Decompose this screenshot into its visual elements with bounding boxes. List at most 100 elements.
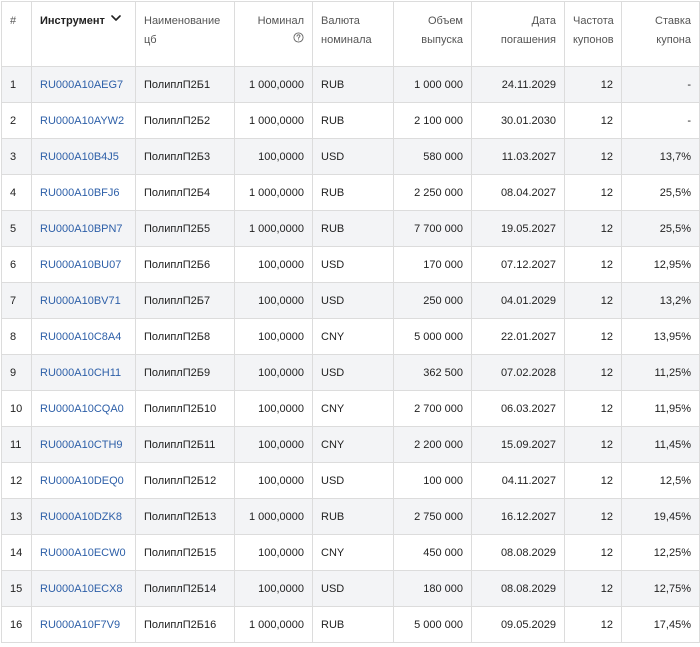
instrument-link[interactable]: RU000A10ECX8 <box>40 583 123 595</box>
cell-currency: USD <box>312 462 394 499</box>
table-row[interactable]: 1 RU000A10AEG7 ПолиплП2Б1 1 000,0000 RUB 1 00… <box>1 66 700 103</box>
cell-instrument[interactable]: RU000A10BPN7 <box>31 210 136 247</box>
instrument-link[interactable]: RU000A10BFJ6 <box>40 187 120 199</box>
table-row[interactable]: 4 RU000A10BFJ6 ПолиплП2Б4 1 000,0000 RUB 2 25… <box>1 174 700 211</box>
cell-coupon-frequency: 12 <box>564 138 622 175</box>
cell-maturity: 04.01.2029 <box>471 282 565 319</box>
cell-nominal: 100,0000 <box>234 318 313 355</box>
cell-coupon-frequency: 12 <box>564 570 622 607</box>
table-row[interactable]: 6 RU000A10BU07 ПолиплП2Б6 100,0000 USD 170 00… <box>1 246 700 283</box>
instrument-link[interactable]: RU000A10BPN7 <box>40 223 123 235</box>
table-row[interactable]: 3 RU000A10B4J5 ПолиплП2Б3 100,0000 USD 580 00… <box>1 138 700 175</box>
cell-volume: 2 700 000 <box>393 390 472 427</box>
instrument-link[interactable]: RU000A10CQA0 <box>40 403 124 415</box>
table-row[interactable]: 11 RU000A10CTH9 ПолиплП2Б11 100,0000 CNY 2 20… <box>1 426 700 463</box>
column-header-coupon-rate[interactable]: Ставка купона <box>621 1 700 67</box>
table-row[interactable]: 14 RU000A10ECW0 ПолиплП2Б15 100,0000 CNY 450 … <box>1 534 700 571</box>
column-header-coupon-frequency[interactable]: Частота купонов <box>564 1 622 67</box>
cell-instrument[interactable]: RU000A10BV71 <box>31 282 136 319</box>
instrument-link[interactable]: RU000A10DEQ0 <box>40 475 124 487</box>
column-header-security-name[interactable]: Наименование цб <box>135 1 235 67</box>
cell-instrument[interactable]: RU000A10C8A4 <box>31 318 136 355</box>
cell-number: 13 <box>1 498 32 535</box>
cell-volume: 362 500 <box>393 354 472 391</box>
cell-instrument[interactable]: RU000A10CQA0 <box>31 390 136 427</box>
cell-maturity: 30.01.2030 <box>471 102 565 139</box>
cell-coupon-frequency: 12 <box>564 534 622 571</box>
instrument-link[interactable]: RU000A10BV71 <box>40 295 121 307</box>
cell-volume: 100 000 <box>393 462 472 499</box>
cell-security-name: ПолиплП2Б8 <box>135 318 235 355</box>
cell-instrument[interactable]: RU000A10F7V9 <box>31 606 136 643</box>
cell-coupon-rate: 13,2% <box>621 282 700 319</box>
instrument-link[interactable]: RU000A10CTH9 <box>40 439 123 451</box>
cell-currency: USD <box>312 570 394 607</box>
cell-currency: CNY <box>312 390 394 427</box>
cell-volume: 2 750 000 <box>393 498 472 535</box>
column-header-number: # <box>1 1 32 67</box>
cell-instrument[interactable]: RU000A10CH11 <box>31 354 136 391</box>
cell-volume: 170 000 <box>393 246 472 283</box>
cell-instrument[interactable]: RU000A10AEG7 <box>31 66 136 103</box>
cell-coupon-frequency: 12 <box>564 174 622 211</box>
table-row[interactable]: 8 RU000A10C8A4 ПолиплП2Б8 100,0000 CNY 5 000 … <box>1 318 700 355</box>
cell-coupon-frequency: 12 <box>564 282 622 319</box>
table-row[interactable]: 10 RU000A10CQA0 ПолиплП2Б10 100,0000 CNY 2 70… <box>1 390 700 427</box>
column-header-maturity[interactable]: Дата погашения <box>471 1 565 67</box>
instrument-link[interactable]: RU000A10C8A4 <box>40 331 121 343</box>
cell-instrument[interactable]: RU000A10ECX8 <box>31 570 136 607</box>
cell-currency: RUB <box>312 102 394 139</box>
table-row[interactable]: 5 RU000A10BPN7 ПолиплП2Б5 1 000,0000 RUB 7 70… <box>1 210 700 247</box>
instrument-link[interactable]: RU000A10AYW2 <box>40 115 124 127</box>
column-header-nominal[interactable]: Номинал <box>234 1 313 67</box>
table-row[interactable]: 7 RU000A10BV71 ПолиплП2Б7 100,0000 USD 250 00… <box>1 282 700 319</box>
column-header-instrument[interactable]: Инструмент <box>31 1 136 67</box>
cell-coupon-rate: 11,25% <box>621 354 700 391</box>
cell-maturity: 16.12.2027 <box>471 498 565 535</box>
column-header-volume[interactable]: Объем выпуска <box>393 1 472 67</box>
cell-maturity: 08.04.2027 <box>471 174 565 211</box>
cell-nominal: 1 000,0000 <box>234 606 313 643</box>
cell-currency: USD <box>312 138 394 175</box>
cell-nominal: 100,0000 <box>234 138 313 175</box>
column-header-instrument-label[interactable]: Инструмент <box>40 15 105 27</box>
instrument-link[interactable]: RU000A10AEG7 <box>40 79 123 91</box>
cell-coupon-frequency: 12 <box>564 102 622 139</box>
cell-instrument[interactable]: RU000A10ECW0 <box>31 534 136 571</box>
table-row[interactable]: 9 RU000A10CH11 ПолиплП2Б9 100,0000 USD 362 50… <box>1 354 700 391</box>
instrument-link[interactable]: RU000A10BU07 <box>40 259 121 271</box>
table-row[interactable]: 12 RU000A10DEQ0 ПолиплП2Б12 100,0000 USD 100 … <box>1 462 700 499</box>
cell-nominal: 1 000,0000 <box>234 102 313 139</box>
cell-instrument[interactable]: RU000A10AYW2 <box>31 102 136 139</box>
cell-instrument[interactable]: RU000A10BU07 <box>31 246 136 283</box>
cell-maturity: 08.08.2029 <box>471 570 565 607</box>
cell-maturity: 09.05.2029 <box>471 606 565 643</box>
table-row[interactable]: 13 RU000A10DZK8 ПолиплП2Б13 1 000,0000 RUB 2 … <box>1 498 700 535</box>
instrument-link[interactable]: RU000A10CH11 <box>40 367 121 379</box>
table-row[interactable]: 16 RU000A10F7V9 ПолиплП2Б16 1 000,0000 RUB 5 … <box>1 606 700 643</box>
cell-instrument[interactable]: RU000A10CTH9 <box>31 426 136 463</box>
chevron-down-icon[interactable] <box>111 10 121 29</box>
cell-number: 14 <box>1 534 32 571</box>
instrument-link[interactable]: RU000A10ECW0 <box>40 547 126 559</box>
instrument-link[interactable]: RU000A10F7V9 <box>40 619 120 631</box>
column-header-coupon-rate-line1: Ставка <box>655 15 691 27</box>
cell-coupon-rate: - <box>621 102 700 139</box>
cell-coupon-rate: 25,5% <box>621 210 700 247</box>
cell-instrument[interactable]: RU000A10DEQ0 <box>31 462 136 499</box>
column-header-security-name-line1: Наименование <box>144 15 221 27</box>
cell-maturity: 07.12.2027 <box>471 246 565 283</box>
cell-instrument[interactable]: RU000A10BFJ6 <box>31 174 136 211</box>
cell-number: 5 <box>1 210 32 247</box>
cell-instrument[interactable]: RU000A10DZK8 <box>31 498 136 535</box>
cell-volume: 180 000 <box>393 570 472 607</box>
cell-security-name: ПолиплП2Б5 <box>135 210 235 247</box>
column-header-currency[interactable]: Валюта номинала <box>312 1 394 67</box>
table-row[interactable]: 2 RU000A10AYW2 ПолиплП2Б2 1 000,0000 RUB 2 10… <box>1 102 700 139</box>
table-row[interactable]: 15 RU000A10ECX8 ПолиплП2Б14 100,0000 USD 180 … <box>1 570 700 607</box>
question-circle-icon[interactable] <box>293 31 304 50</box>
instrument-link[interactable]: RU000A10DZK8 <box>40 511 122 523</box>
cell-instrument[interactable]: RU000A10B4J5 <box>31 138 136 175</box>
cell-coupon-rate: 11,95% <box>621 390 700 427</box>
instrument-link[interactable]: RU000A10B4J5 <box>40 151 119 163</box>
